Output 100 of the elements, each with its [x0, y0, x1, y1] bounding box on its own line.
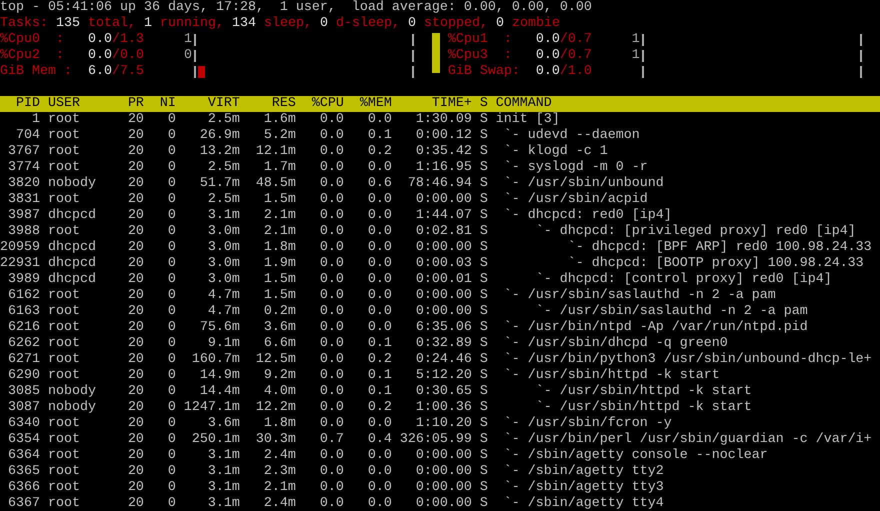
cpu-cell-text: 0.0: [318, 128, 344, 144]
meter-value: 0.0/0.0: [88, 48, 144, 64]
mem-cell-text: 0.0: [366, 240, 392, 256]
column-header[interactable]: VIRT: [176, 96, 240, 112]
pid-cell-text: 3820: [6, 176, 40, 192]
user-cell-text: dhcpcd: [48, 208, 97, 224]
user-cell-text: root: [48, 304, 81, 320]
column-header[interactable]: RES: [240, 96, 296, 112]
state-cell: S: [480, 368, 488, 384]
mem-cell-text: 0.2: [366, 352, 392, 368]
virt-cell-text: 160.7m: [190, 352, 240, 368]
column-header[interactable]: PR: [112, 96, 144, 112]
column-header[interactable]: USER: [48, 96, 112, 112]
user-cell-text: root: [48, 160, 81, 176]
command-cell-text: `- /usr/sbin/httpd -k start: [502, 368, 720, 384]
user-cell-text: dhcpcd: [48, 240, 97, 256]
state-cell: S: [480, 432, 488, 448]
nice-cell-text: 0: [166, 368, 176, 384]
priority-cell-text: 20: [126, 480, 144, 496]
state-cell: S: [480, 336, 488, 352]
command-cell-text: `- /sbin/agetty tty4: [502, 496, 664, 511]
mem-cell-text: 0.0: [366, 288, 392, 304]
pid-cell-text: 6271: [6, 352, 40, 368]
column-header[interactable]: TIME+: [392, 96, 472, 112]
command-cell-text: `- /usr/bin/perl /usr/sbin/guardian -c /var/i+: [502, 432, 872, 448]
meter-label: GiB Mem :: [0, 64, 73, 80]
res-cell-text: 2.4m: [262, 496, 296, 511]
user-cell-text: root: [48, 448, 81, 464]
state-cell: S: [480, 464, 488, 480]
time-cell-text: 1:00.36: [414, 400, 472, 416]
meter-count: 1: [184, 32, 192, 47]
cpu-cell-text: 0.0: [318, 304, 344, 320]
priority-cell-text: 20: [126, 256, 144, 272]
virt-cell-text: 3.1m: [206, 464, 240, 480]
mem-cell-text: 0.0: [366, 304, 392, 320]
state-cell: S: [480, 304, 488, 320]
virt-cell-text: 3.0m: [206, 240, 240, 256]
res-cell-text: 3.6m: [262, 320, 296, 336]
mem-cell-text: 0.0: [366, 208, 392, 224]
state-cell: S: [480, 400, 488, 416]
command-cell-text: `- /usr/sbin/acpid: [502, 192, 648, 208]
column-header[interactable]: NI: [144, 96, 176, 112]
priority-cell-text: 20: [126, 208, 144, 224]
command-cell-text: `- /usr/sbin/saslauthd -n 2 -a pam: [534, 304, 808, 320]
state-cell: S: [480, 208, 488, 224]
column-header[interactable]: %CPU: [296, 96, 344, 112]
virt-cell-text: 3.0m: [206, 224, 240, 240]
mem-cell-text: 0.0: [366, 256, 392, 272]
uptime-summary: top - 05:41:06 up 36 days, 17:28, 1 user, load average: 0.00, 0.00, 0.00: [0, 0, 593, 16]
meter-value: 6.0/7.5: [88, 64, 144, 80]
time-cell-text: 0:00.00: [414, 496, 472, 511]
cpu-cell-text: 0.0: [318, 288, 344, 304]
cpu-cell-text: 0.0: [318, 320, 344, 336]
column-header[interactable]: %MEM: [344, 96, 392, 112]
nice-cell-text: 0: [166, 240, 176, 256]
command-cell-text: `- /sbin/agetty console --noclear: [502, 448, 768, 464]
res-cell-text: 5.2m: [262, 128, 296, 144]
mem-cell-text: 0.1: [366, 384, 392, 400]
time-cell-text: 1:16.95: [414, 160, 472, 176]
state-cell: S: [480, 496, 488, 511]
res-cell-text: 1.8m: [262, 416, 296, 432]
mem-cell-text: 0.1: [366, 128, 392, 144]
time-cell-text: 326:05.99: [398, 432, 472, 448]
res-cell-text: 2.4m: [262, 448, 296, 464]
cpu-cell-text: 0.0: [318, 448, 344, 464]
time-cell-text: 0:00.00: [414, 288, 472, 304]
virt-cell-text: 250.1m: [190, 432, 240, 448]
nice-cell-text: 0: [166, 288, 176, 304]
column-header[interactable]: COMMAND: [496, 96, 552, 112]
user-cell-text: root: [48, 144, 81, 160]
command-cell-text: `- dhcpcd: [control proxy] red0 [ip4]: [534, 272, 832, 288]
mem-cell-text: 0.0: [366, 320, 392, 336]
column-header[interactable]: PID: [0, 96, 40, 112]
mem-cell-text: 0.6: [366, 176, 392, 192]
user-cell-text: nobody: [48, 176, 97, 192]
priority-cell-text: 20: [126, 304, 144, 320]
command-cell-text: `- /sbin/agetty tty3: [502, 480, 664, 496]
time-cell-text: 0:30.65: [414, 384, 472, 400]
time-cell-text: 0:00.00: [414, 480, 472, 496]
nice-cell-text: 0: [166, 464, 176, 480]
user-cell-text: root: [48, 480, 81, 496]
virt-cell-text: 2.5m: [206, 192, 240, 208]
pid-cell-text: 6367: [6, 496, 40, 511]
command-cell-text: `- /usr/sbin/httpd -k start: [534, 400, 752, 416]
mem-cell-text: 0.0: [366, 464, 392, 480]
state-cell: S: [480, 144, 488, 160]
nice-cell-text: 0: [166, 128, 176, 144]
priority-cell-text: 20: [126, 272, 144, 288]
meter-label: GiB Swap:: [448, 64, 521, 80]
state-cell: S: [480, 384, 488, 400]
cpu-cell-text: 0.0: [318, 240, 344, 256]
state-cell: S: [480, 240, 488, 256]
command-cell-text: `- /usr/sbin/saslauthd -n 2 -a pam: [502, 288, 776, 304]
state-cell: S: [480, 224, 488, 240]
pid-cell-text: 3087: [6, 400, 40, 416]
column-header[interactable]: S: [480, 96, 488, 112]
cpu-cell-text: 0.0: [318, 224, 344, 240]
pid-cell-text: 6216: [6, 320, 40, 336]
res-cell-text: 1.5m: [262, 288, 296, 304]
virt-cell-text: 4.7m: [206, 288, 240, 304]
